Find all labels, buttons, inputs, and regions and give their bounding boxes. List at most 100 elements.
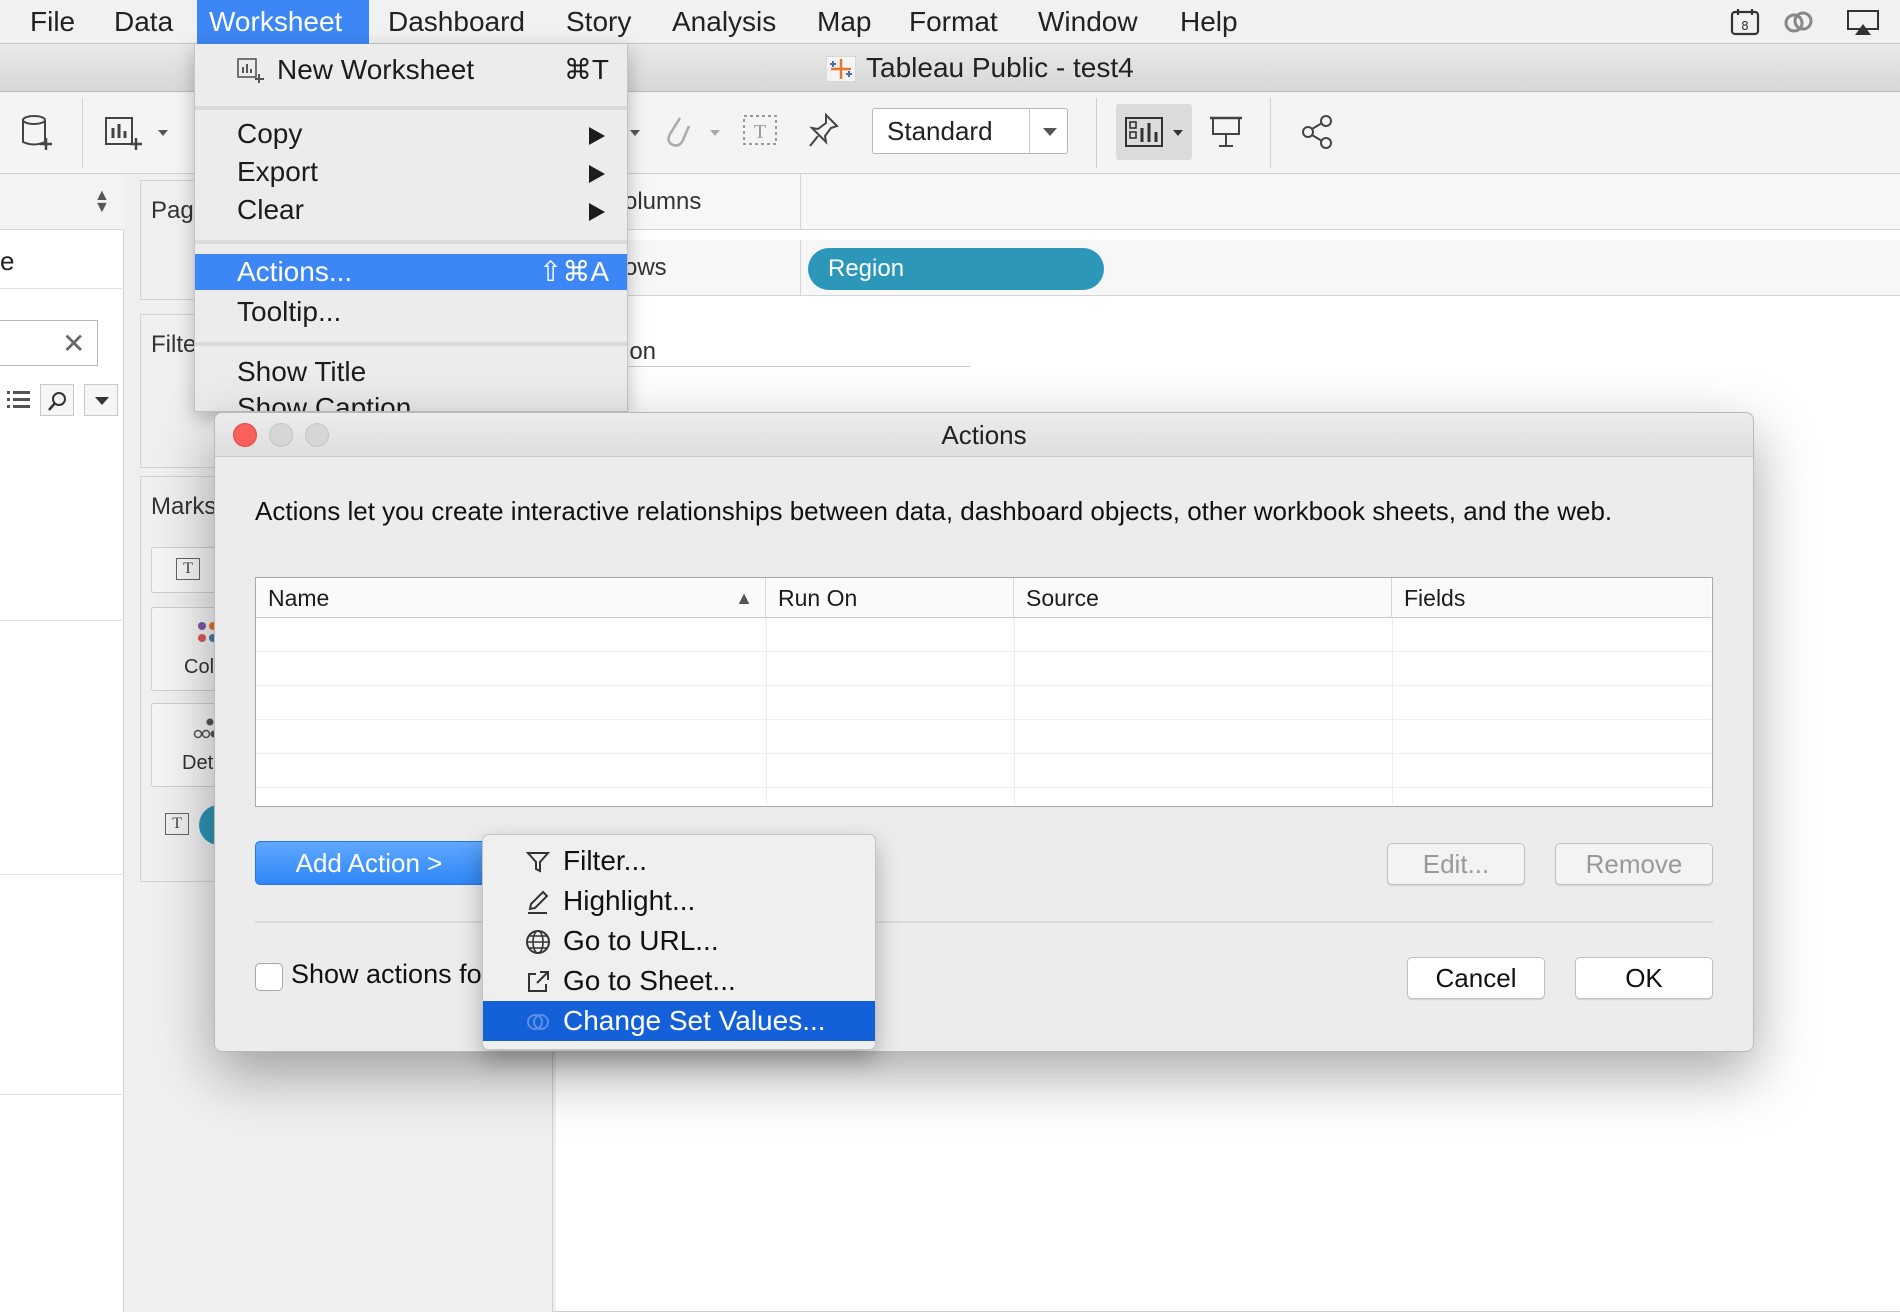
column-header-label: Source: [1026, 585, 1099, 611]
chevron-down-icon[interactable]: [156, 128, 170, 138]
menu-item-label: Clear: [237, 194, 304, 225]
close-icon[interactable]: ✕: [62, 327, 85, 360]
menu-format[interactable]: Format: [897, 0, 1010, 44]
table-row[interactable]: [256, 686, 1711, 720]
show-me-button[interactable]: [1116, 104, 1192, 160]
column-header-fields[interactable]: Fields: [1392, 578, 1711, 618]
cancel-button[interactable]: Cancel: [1407, 957, 1545, 999]
pane-tools: [0, 384, 124, 418]
menu-item-clear[interactable]: Clear: [195, 192, 627, 228]
column-header-run-on[interactable]: Run On: [766, 578, 1014, 618]
menu-item-show-caption[interactable]: Show Caption: [195, 390, 627, 412]
menu-dashboard[interactable]: Dashboard: [376, 0, 537, 44]
menu-item-tooltip[interactable]: Tooltip...: [195, 294, 627, 330]
menu-item-go-to-url[interactable]: Go to URL...: [483, 921, 875, 961]
view-header: ion: [624, 338, 657, 365]
table-row[interactable]: [256, 652, 1711, 686]
shelf-divider: [800, 240, 801, 296]
column-header-label: Name: [268, 585, 330, 611]
actions-table[interactable]: Name ▲ Run On Source Fields: [255, 577, 1713, 807]
text-mark-icon: T: [176, 558, 200, 580]
table-row[interactable]: [256, 754, 1711, 788]
remove-button[interactable]: Remove: [1555, 843, 1713, 885]
menu-item-label: Change Set Values...: [563, 1005, 826, 1036]
columns-shelf[interactable]: olumns: [556, 174, 1900, 230]
fit-select[interactable]: Standard: [872, 108, 1068, 154]
ok-button-label: OK: [1625, 963, 1663, 993]
cancel-button-label: Cancel: [1435, 963, 1517, 993]
dialog-title-bar: Actions: [215, 413, 1753, 457]
chevron-down-icon[interactable]: [628, 128, 642, 138]
menu-story[interactable]: Story: [554, 0, 643, 44]
pin-icon[interactable]: [806, 112, 840, 150]
pane-divider: [0, 1094, 124, 1095]
table-row[interactable]: [256, 720, 1711, 754]
menu-item-new-worksheet[interactable]: New Worksheet ⌘T: [195, 52, 627, 88]
region-pill[interactable]: Region: [808, 248, 1104, 290]
menu-data[interactable]: Data: [102, 0, 185, 44]
menu-map[interactable]: Map: [805, 0, 883, 44]
show-actions-label[interactable]: Show actions for all sheets in this work…: [291, 959, 489, 990]
edit-button-label: Edit...: [1422, 849, 1490, 879]
calendar-icon[interactable]: 8: [1728, 8, 1762, 36]
column-header-label: Run On: [778, 585, 858, 611]
creative-cloud-icon[interactable]: [1782, 8, 1816, 36]
data-pane: ▲ ▼ e ✕: [0, 174, 124, 1312]
rows-shelf-label: ows: [624, 254, 667, 281]
menu-help[interactable]: Help: [1168, 0, 1250, 44]
add-action-button[interactable]: Add Action >: [255, 841, 487, 885]
menu-item-copy[interactable]: Copy: [195, 116, 627, 152]
column-header-name[interactable]: Name ▲: [256, 578, 766, 618]
menu-window[interactable]: Window: [1026, 0, 1150, 44]
actions-dialog: Actions Actions let you create interacti…: [214, 412, 1754, 1052]
submenu-arrow-icon: [589, 165, 605, 183]
pane-divider: [0, 874, 124, 875]
search-input[interactable]: ✕: [0, 320, 98, 366]
menu-item-show-title[interactable]: Show Title: [195, 354, 627, 390]
menu-analysis[interactable]: Analysis: [660, 0, 788, 44]
menu-separator: [195, 342, 627, 346]
menu-item-change-set-values[interactable]: Change Set Values...: [483, 1001, 875, 1041]
presentation-mode-icon[interactable]: [1208, 114, 1244, 150]
menu-file[interactable]: File: [18, 0, 87, 44]
rows-shelf[interactable]: ows Region: [556, 240, 1900, 296]
column-header-source[interactable]: Source: [1014, 578, 1392, 618]
label-icon[interactable]: T: [742, 114, 778, 146]
menu-worksheet[interactable]: Worksheet: [197, 0, 369, 44]
new-worksheet-icon[interactable]: [104, 114, 144, 152]
menu-item-export[interactable]: Export: [195, 154, 627, 190]
new-data-source-icon[interactable]: [20, 114, 54, 152]
column-divider: [1014, 618, 1015, 805]
menu-item-label: Show Caption: [237, 392, 412, 412]
highlight-icon: [528, 890, 549, 914]
search-button[interactable]: [40, 384, 74, 416]
paperclip-icon[interactable]: [662, 112, 692, 150]
list-view-icon[interactable]: [6, 388, 32, 412]
pane-menu-button[interactable]: [84, 384, 118, 416]
menu-item-label: Show Title: [237, 356, 367, 387]
region-pill-label: Region: [828, 255, 905, 282]
text-mark-icon: T: [165, 813, 189, 835]
data-source-label[interactable]: e: [0, 246, 14, 277]
table-row[interactable]: [256, 618, 1711, 652]
dialog-separator: [255, 921, 1713, 923]
menu-item-filter[interactable]: Filter...: [483, 841, 875, 881]
airplay-icon[interactable]: [1846, 8, 1880, 36]
menu-item-highlight[interactable]: Highlight...: [483, 881, 875, 921]
chevron-down-icon[interactable]: [708, 128, 722, 138]
edit-button[interactable]: Edit...: [1387, 843, 1525, 885]
color-button-label: Col: [184, 656, 215, 678]
menu-item-label: Highlight...: [563, 885, 696, 916]
show-actions-checkbox[interactable]: [255, 963, 283, 991]
marks-card-title: Marks: [151, 493, 217, 520]
share-icon[interactable]: [1300, 114, 1334, 150]
menu-item-actions[interactable]: Actions... ⇧⌘A: [195, 254, 627, 290]
ok-button[interactable]: OK: [1575, 957, 1713, 999]
menu-item-go-to-sheet[interactable]: Go to Sheet...: [483, 961, 875, 1001]
view-canvas: [552, 1040, 1900, 1312]
window-title: Tableau Public - test4: [866, 52, 1134, 83]
menu-item-label: Actions...: [237, 256, 353, 287]
sort-arrows-icon[interactable]: ▲ ▼: [94, 188, 110, 216]
submenu-arrow-icon: [589, 203, 605, 221]
chevron-down-icon[interactable]: [1029, 109, 1067, 153]
